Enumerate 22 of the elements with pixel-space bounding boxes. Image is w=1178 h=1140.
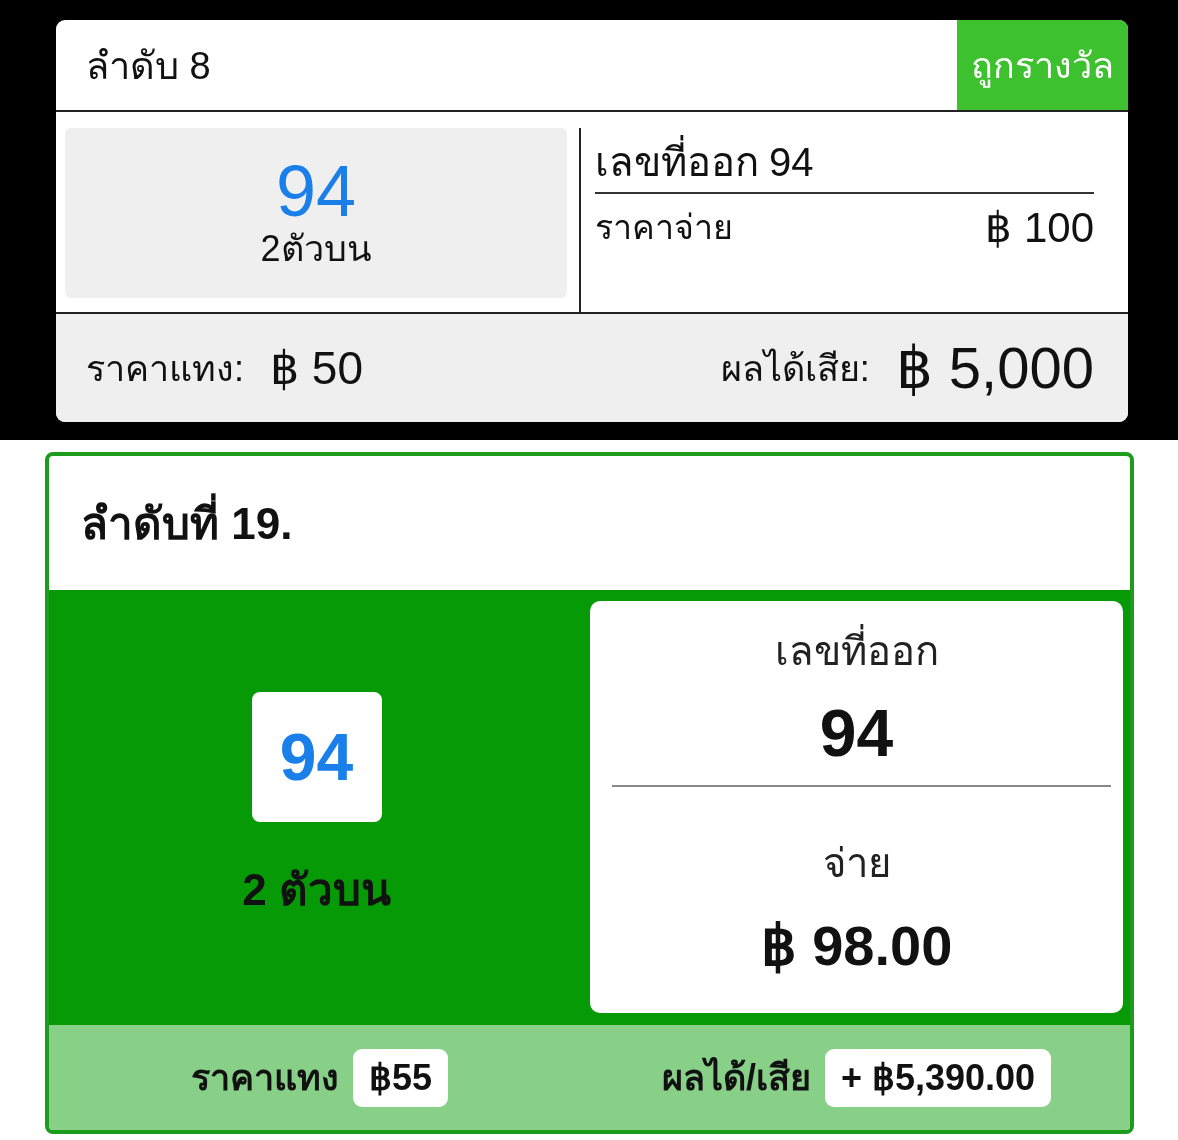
stake-label: ราคาแทง: [86,346,244,391]
payout-label: ราคาจ่าย [595,207,733,248]
bet-number: 94 [275,155,357,228]
draw-number: 94 [769,139,814,186]
bet-type: 2 ตัวบน [242,863,391,916]
status-badge: ถูกรางวัล [957,20,1128,110]
card-title: ลำดับ 8 [85,43,211,89]
result-amount: + ฿5,390.00 [824,1048,1052,1107]
draw-label: เลขที่ออก [774,619,939,683]
draw-number: 94 [819,695,894,771]
bet-number: 94 [251,691,382,822]
payout-label: จ่าย [822,840,891,887]
stake-amount: ฿55 [352,1048,448,1107]
payout-amount: ฿ 100 [985,202,1094,252]
result-label: ผลได้เสีย: [720,346,870,391]
card-title: ลำดับที่ 19. [81,488,293,558]
result-label: ผลได้/เสีย [661,1056,811,1100]
payout-amount: ฿ 98.00 [760,913,953,978]
stake-amount: ฿ 50 [270,341,363,395]
result-amount: ฿ 5,000 [895,334,1094,402]
stake-label: ราคาแทง [190,1056,339,1100]
bet-type: 2ตัวบน [260,227,372,271]
